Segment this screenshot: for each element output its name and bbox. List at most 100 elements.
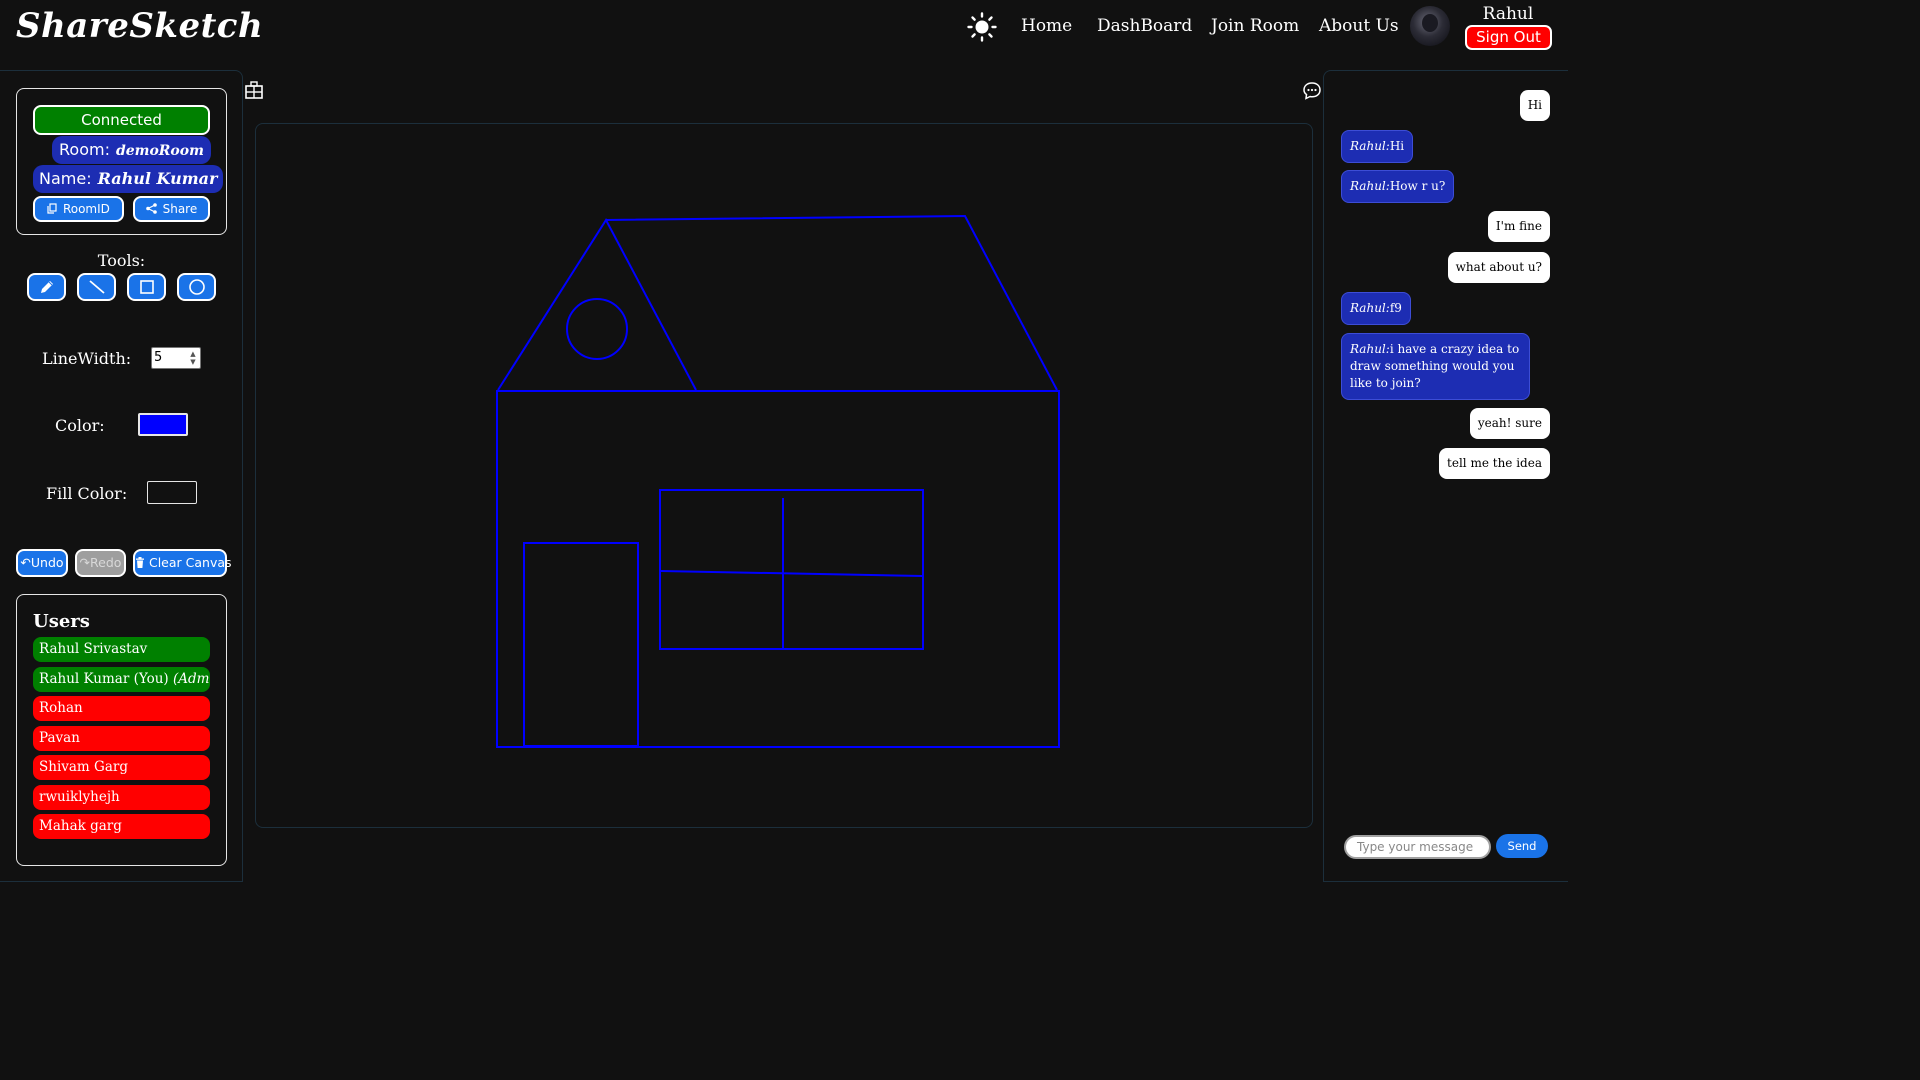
chat-message-received: Rahul:i have a crazy idea to draw someth…: [1341, 333, 1530, 400]
roof-triangle: [497, 218, 697, 391]
send-button[interactable]: Send: [1496, 834, 1548, 858]
window-horizontal-bar: [660, 570, 923, 577]
pencil-icon: [40, 281, 53, 293]
user-list-item: Rahul Srivastav: [33, 637, 210, 662]
user-name-pill: Name: Rahul Kumar: [33, 165, 224, 193]
sun-icon[interactable]: [966, 11, 998, 43]
top-navbar: ShareSketch Home DashBoard Join Room Abo…: [0, 0, 1568, 68]
linewidth-input[interactable]: 5 ▲ ▼: [151, 347, 201, 369]
rectangle-icon: [139, 280, 154, 294]
app-logo[interactable]: ShareSketch: [16, 6, 263, 46]
sender-name: Rahul:: [1350, 179, 1390, 193]
name-value: Rahul Kumar: [97, 169, 218, 188]
message-text: what about u?: [1455, 260, 1542, 274]
spinner-arrows-icon[interactable]: ▲ ▼: [188, 350, 198, 366]
message-text: How r u?: [1389, 179, 1446, 193]
sign-out-button[interactable]: Sign Out: [1465, 25, 1552, 50]
share-button[interactable]: Share: [133, 196, 210, 222]
redo-label: Redo: [90, 555, 122, 570]
chat-message-input[interactable]: Type your message: [1344, 835, 1491, 859]
copy-roomid-button[interactable]: RoomID: [33, 196, 124, 222]
user-list-item: Shivam Garg: [33, 755, 210, 780]
stroke-color-picker[interactable]: [138, 413, 188, 436]
message-text: yeah! sure: [1477, 416, 1542, 430]
message-text: Hi: [1389, 139, 1405, 153]
roomid-label: RoomID: [62, 202, 110, 216]
chat-message-sent: yeah! sure: [1469, 408, 1550, 439]
line-tool-button[interactable]: [77, 273, 116, 301]
name-label: Name:: [39, 169, 92, 188]
nav-home[interactable]: Home: [1021, 16, 1072, 36]
user-name: Pavan: [39, 729, 80, 746]
whiteboard-icon[interactable]: [244, 80, 264, 100]
user-name: Mahak garg: [39, 818, 122, 834]
users-heading: Users: [33, 611, 90, 632]
rectangle-tool-button[interactable]: [127, 273, 166, 301]
undo-icon: ↶: [20, 555, 31, 570]
chat-message-received: Rahul:Hi: [1341, 130, 1414, 163]
chat-message-sent: I'm fine: [1487, 211, 1550, 242]
user-list-item: rwuiklyhejh: [33, 784, 210, 810]
nav-dashboard[interactable]: DashBoard: [1097, 16, 1192, 36]
left-toolbar-panel: Connected Room: demoRoom Name: Rahul Kumar…: [0, 70, 243, 882]
chat-message-sent: tell me the idea: [1439, 448, 1550, 479]
pencil-tool-button[interactable]: [27, 273, 66, 301]
roof-window: [566, 298, 628, 360]
user-name: Rohan: [39, 700, 83, 716]
undo-button[interactable]: ↶Undo: [16, 549, 68, 577]
undo-label: Undo: [30, 555, 64, 570]
room-name-pill: Room: demoRoom: [52, 136, 211, 164]
sender-name: Rahul:: [1350, 342, 1390, 356]
drawing-canvas[interactable]: [255, 123, 1313, 828]
nav-join-room[interactable]: Join Room: [1211, 16, 1299, 36]
roof-slope: [605, 214, 1058, 391]
user-name: rwuiklyhejh: [39, 788, 120, 805]
tools-heading: Tools:: [97, 251, 146, 270]
admin-tag: (Admin): [173, 670, 210, 687]
chat-message-received: Rahul:f9: [1341, 292, 1411, 325]
chat-message-sent: Hi: [1519, 90, 1550, 121]
clear-canvas-button[interactable]: Clear Canvas: [133, 549, 232, 577]
nav-about-us[interactable]: About Us: [1319, 16, 1399, 36]
redo-icon: ↷: [79, 555, 91, 570]
color-label: Color:: [55, 416, 105, 435]
chat-message-sent: what about u?: [1447, 252, 1550, 283]
chat-panel: Hi Rahul:Hi Rahul:How r u? I'm fine what abo…: [1323, 70, 1568, 882]
user-name: Rahul Srivastav: [39, 641, 148, 657]
circle-icon: [188, 279, 205, 295]
fill-color-label: Fill Color:: [46, 484, 128, 503]
house-body: [496, 390, 1060, 748]
message-text: Hi: [1527, 98, 1542, 112]
user-name: Rahul Kumar (You): [39, 670, 173, 687]
chat-bubble-icon[interactable]: [1302, 81, 1322, 101]
door: [523, 542, 639, 747]
user-list-item: Rahul Kumar (You) (Admin): [33, 666, 210, 692]
sketch-drawing: [496, 214, 1060, 748]
circle-tool-button[interactable]: [177, 273, 216, 301]
avatar[interactable]: [1410, 6, 1450, 46]
user-list-item: Pavan: [33, 725, 210, 751]
share-label: Share: [162, 202, 198, 216]
chat-message-received: Rahul:How r u?: [1341, 170, 1455, 203]
current-user-name: Rahul: [1482, 4, 1534, 24]
linewidth-value: 5: [154, 350, 163, 365]
copy-icon: [47, 202, 61, 216]
message-text: f9: [1389, 301, 1402, 315]
message-text: tell me the idea: [1447, 456, 1542, 470]
room-label: Room:: [59, 140, 110, 159]
room-info-card: Connected Room: demoRoom Name: Rahul Kumar…: [16, 88, 227, 235]
user-list-item: Rohan: [33, 696, 210, 721]
connection-status-badge: Connected: [33, 105, 210, 135]
linewidth-label: LineWidth:: [42, 349, 132, 368]
fill-color-picker[interactable]: [147, 481, 197, 504]
room-value: demoRoom: [115, 143, 204, 159]
sender-name: Rahul:: [1350, 301, 1390, 315]
users-card: Users Rahul Srivastav Rahul Kumar (You) (…: [16, 594, 227, 866]
sender-name: Rahul:: [1350, 139, 1390, 153]
user-list-item: Mahak garg: [33, 814, 210, 839]
redo-button[interactable]: ↷Redo: [75, 549, 126, 577]
trash-icon: [135, 555, 149, 570]
line-icon: [88, 280, 105, 294]
clear-canvas-label: Clear Canvas: [148, 555, 232, 570]
share-icon: [145, 202, 161, 216]
